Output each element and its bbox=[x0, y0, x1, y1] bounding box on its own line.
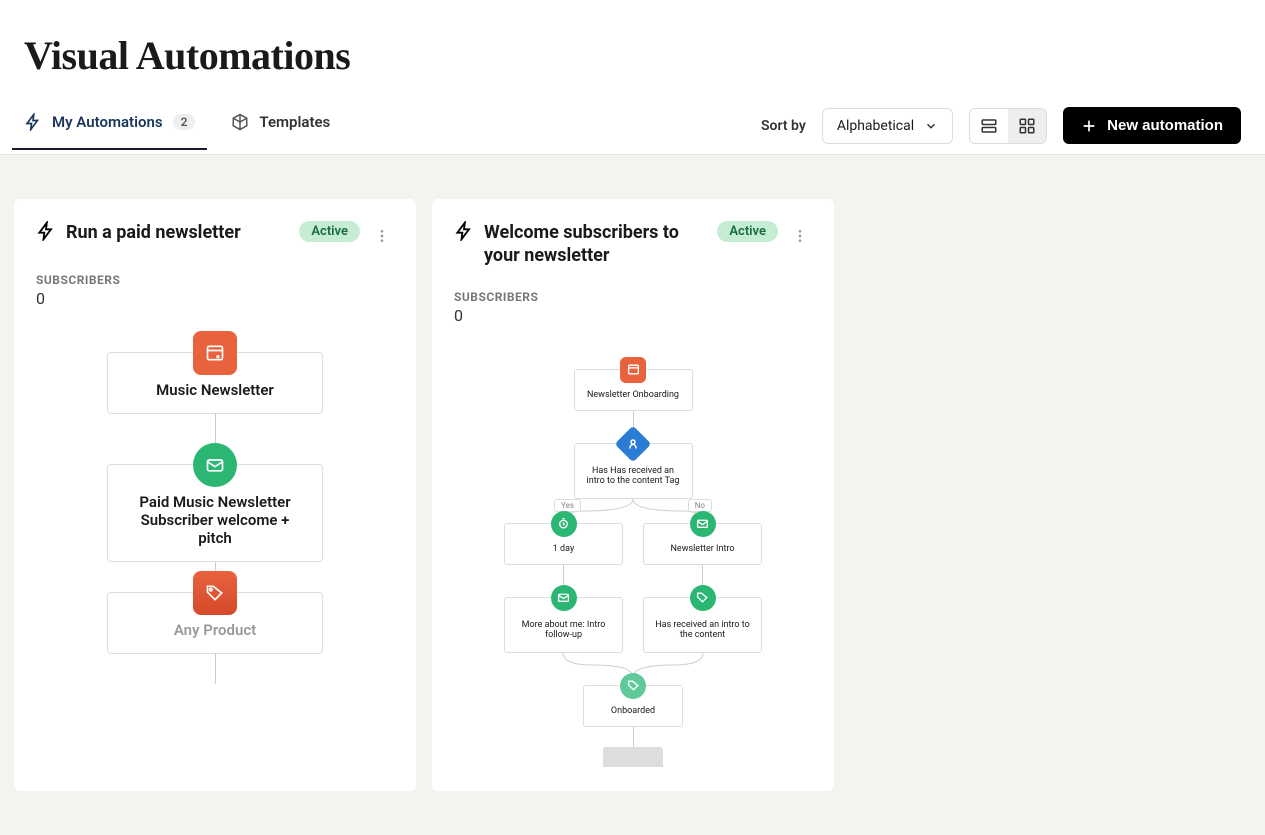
tab-label: Templates bbox=[259, 113, 330, 131]
branch-connector bbox=[503, 499, 763, 523]
box-icon bbox=[231, 113, 249, 131]
condition-icon bbox=[615, 425, 652, 462]
mail-icon bbox=[193, 443, 237, 487]
sort-label: Sort by bbox=[761, 118, 806, 134]
sort-selected: Alphabetical bbox=[837, 118, 914, 134]
automation-card[interactable]: Run a paid newsletter Active SUBSCRIBERS… bbox=[14, 199, 416, 791]
tab-count-badge: 2 bbox=[173, 114, 196, 130]
branch-yes-label: Yes bbox=[554, 499, 581, 512]
subscribers-value: 0 bbox=[36, 289, 394, 308]
sort-select[interactable]: Alphabetical bbox=[822, 108, 953, 144]
flow-node: Has received an intro to the content bbox=[643, 597, 762, 653]
more-menu-button[interactable] bbox=[788, 221, 812, 251]
flow-node: Newsletter Intro bbox=[643, 523, 762, 565]
flow-preview: Newsletter Onboarding Has Has received a… bbox=[454, 369, 812, 767]
flow-node: Paid Music Newsletter Subscriber welcome… bbox=[107, 464, 323, 562]
flow-node: Music Newsletter bbox=[107, 352, 323, 414]
kebab-icon bbox=[374, 225, 390, 247]
subscribers-label: SUBSCRIBERS bbox=[36, 273, 394, 287]
tag-icon bbox=[690, 585, 716, 611]
card-title: Run a paid newsletter bbox=[66, 221, 241, 244]
new-automation-button[interactable]: New automation bbox=[1063, 107, 1241, 144]
flow-node-label: Has received an intro to the content bbox=[655, 620, 750, 640]
form-icon bbox=[193, 331, 237, 375]
subscribers-value: 0 bbox=[454, 306, 812, 325]
tab-templates[interactable]: Templates bbox=[231, 113, 330, 149]
flow-node-label: Newsletter Onboarding bbox=[587, 390, 679, 400]
more-menu-button[interactable] bbox=[370, 221, 394, 251]
flow-node: Any Product bbox=[107, 592, 323, 654]
list-view-button[interactable] bbox=[970, 109, 1008, 143]
flow-node: More about me: Intro follow-up bbox=[504, 597, 623, 653]
flow-node-label: More about me: Intro follow-up bbox=[522, 620, 606, 640]
lightning-icon bbox=[36, 221, 56, 241]
grid-icon bbox=[1018, 117, 1036, 135]
automation-card[interactable]: Welcome subscribers to your newsletter A… bbox=[432, 199, 834, 791]
flow-preview: Music Newsletter Paid Music Newsletter S… bbox=[36, 352, 394, 684]
kebab-icon bbox=[792, 225, 808, 247]
flow-node: 1 day bbox=[504, 523, 623, 565]
flow-node: Newsletter Onboarding bbox=[574, 369, 693, 411]
page-title: Visual Automations bbox=[24, 32, 1241, 79]
view-toggle bbox=[969, 108, 1047, 144]
flow-node: Onboarded bbox=[583, 685, 683, 727]
new-button-label: New automation bbox=[1107, 117, 1223, 134]
flow-node: Has Has received an intro to the content… bbox=[574, 443, 693, 499]
status-badge: Active bbox=[299, 221, 360, 242]
branch-no-label: No bbox=[688, 499, 712, 512]
form-icon bbox=[620, 357, 646, 383]
connector bbox=[215, 654, 216, 684]
subscribers-label: SUBSCRIBERS bbox=[454, 290, 812, 304]
plus-icon bbox=[1081, 118, 1097, 134]
flow-node-end bbox=[603, 747, 663, 767]
flow-node-label: Onboarded bbox=[611, 706, 655, 716]
flow-node-label: Music Newsletter bbox=[156, 381, 274, 399]
lightning-icon bbox=[454, 221, 474, 241]
connector bbox=[633, 727, 634, 747]
nav-row: My Automations 2 Templates Sort by Alpha… bbox=[0, 107, 1265, 155]
tab-my-automations[interactable]: My Automations 2 bbox=[24, 113, 195, 149]
card-title: Welcome subscribers to your newsletter bbox=[484, 221, 707, 268]
tab-label: My Automations bbox=[52, 113, 163, 131]
controls: Sort by Alphabetical New automa bbox=[761, 107, 1241, 154]
tabs: My Automations 2 Templates bbox=[24, 113, 330, 149]
tag-icon bbox=[193, 571, 237, 615]
flow-node-label: Has Has received an intro to the content… bbox=[587, 466, 680, 486]
status-badge: Active bbox=[717, 221, 778, 242]
list-icon bbox=[980, 117, 998, 135]
lightning-icon bbox=[24, 113, 42, 131]
cards-grid: Run a paid newsletter Active SUBSCRIBERS… bbox=[0, 155, 1265, 835]
flow-node-label: Newsletter Intro bbox=[671, 544, 735, 554]
flow-node-label: Paid Music Newsletter Subscriber welcome… bbox=[139, 493, 290, 547]
tag-icon bbox=[620, 673, 646, 699]
mail-icon bbox=[551, 585, 577, 611]
clock-icon bbox=[551, 511, 577, 537]
flow-node-label: Any Product bbox=[174, 621, 256, 639]
flow-node-label: 1 day bbox=[553, 544, 574, 554]
chevron-down-icon bbox=[924, 119, 938, 133]
mail-icon bbox=[690, 511, 716, 537]
grid-view-button[interactable] bbox=[1008, 109, 1046, 143]
